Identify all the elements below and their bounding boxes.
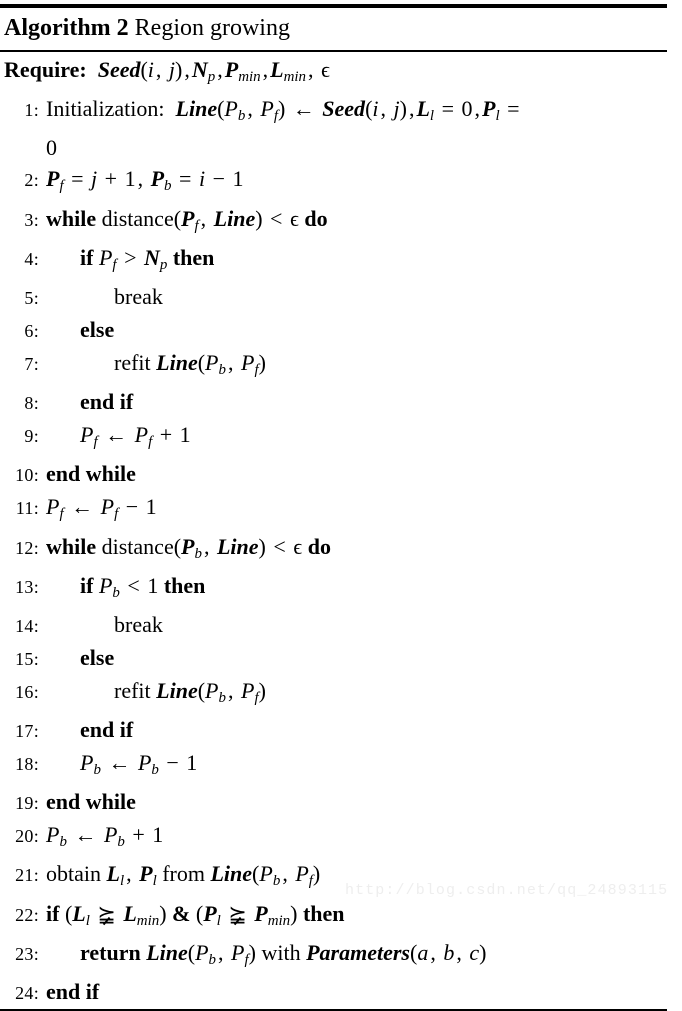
line-content: if Pb < 1 then — [80, 572, 206, 601]
watermark-text: http://blog.csdn.net/qq_24893115 — [345, 882, 669, 899]
line-content: Pf = j + 1, Pb = i − 1 — [46, 166, 244, 195]
line-content: Pb ← Pb − 1 — [80, 750, 198, 779]
algorithm-body: Require: Seed(i, j),Np,Pmin,Lmin, ϵ 1: I… — [0, 52, 682, 1009]
algorithm-line: 13: if Pb < 1 then — [0, 570, 682, 609]
algorithm-line: 20: Pb ← Pb + 1 — [0, 819, 682, 858]
line-content: Pf ← Pf − 1 — [46, 494, 157, 523]
algorithm-line: 11: Pf ← Pf − 1 — [0, 491, 682, 530]
line-number: 7: — [24, 353, 39, 374]
algorithm-line: 1: Initialization: Line(Pb, Pf) ← Seed(i… — [0, 93, 682, 132]
line-number: 9: — [24, 426, 39, 447]
line-number: 22: — [15, 904, 39, 925]
algorithm-line: 10: end while — [0, 458, 682, 491]
algorithm-line: 18: Pb ← Pb − 1 — [0, 747, 682, 786]
line-content: end while — [46, 461, 136, 487]
algorithm-word: Algorithm — [4, 15, 111, 41]
line-number: 16: — [15, 681, 39, 702]
line-number: 4: — [24, 248, 39, 269]
algorithm-line: 8: end if — [0, 386, 682, 419]
line-number: 3: — [24, 209, 39, 230]
algorithm-line: 16: refit Line(Pb, Pf) — [0, 675, 682, 714]
algorithm-line: 5: break — [0, 281, 682, 314]
algorithm-line: 9: Pf ← Pf + 1 — [0, 419, 682, 458]
line-content: if Pf > Np then — [80, 244, 215, 273]
line-content: else — [80, 644, 115, 670]
algorithm-line-continuation: 0 — [0, 132, 682, 163]
algorithm-block: Algorithm 2 Region growing Require: Seed… — [0, 4, 682, 1011]
line-content: if (Ll ⪶ Lmin) & (Pl ⪶ Pmin) then — [46, 900, 345, 929]
line-number: 20: — [15, 826, 39, 847]
line-content: Pf ← Pf + 1 — [80, 422, 191, 451]
line-content: Initialization: Line(Pb, Pf) ← Seed(i, j… — [46, 96, 520, 125]
require-keyword: Require: — [4, 57, 87, 82]
algorithm-name: Region growing — [134, 15, 290, 41]
line-content: while distance(Pb, Line) < ϵ do — [46, 533, 331, 562]
algorithm-line: 6: else — [0, 314, 682, 347]
algorithm-line: 19: end while — [0, 786, 682, 819]
line-content: end if — [46, 979, 100, 1004]
line-number: 18: — [15, 754, 39, 775]
algorithm-title: Algorithm 2 Region growing — [0, 8, 682, 50]
line-number: 5: — [24, 287, 39, 308]
algorithm-number: 2 — [116, 15, 129, 41]
algorithm-line: 23: return Line(Pb, Pf) with Parameters(… — [0, 937, 682, 976]
line-content: while distance(Pf, Line) < ϵ do — [46, 205, 328, 234]
line-content: 0 — [46, 135, 57, 161]
line-content: else — [80, 316, 115, 342]
line-number: 19: — [15, 793, 39, 814]
algorithm-line: 14: break — [0, 609, 682, 642]
line-content: refit Line(Pb, Pf) — [114, 677, 266, 707]
line-content: end while — [46, 789, 136, 815]
algorithm-line: 17: end if — [0, 714, 682, 747]
line-number: 12: — [15, 537, 39, 558]
line-number: 8: — [24, 393, 39, 414]
line-content: refit Line(Pb, Pf) — [114, 349, 266, 379]
line-number: 2: — [24, 170, 39, 191]
require-line: Require: Seed(i, j),Np,Pmin,Lmin, ϵ — [0, 54, 682, 93]
line-number: 15: — [15, 648, 39, 669]
line-content: break — [114, 283, 163, 309]
line-content: Pb ← Pb + 1 — [46, 822, 164, 851]
line-content: end if — [80, 389, 134, 415]
line-number: 6: — [24, 320, 39, 341]
line-content: end if — [80, 717, 134, 743]
line-content: return Line(Pb, Pf) with Parameters(a, b… — [80, 939, 487, 968]
algorithm-line: 15: else — [0, 642, 682, 675]
line-number: 11: — [15, 498, 39, 519]
algorithm-line: 22: if (Ll ⪶ Lmin) & (Pl ⪶ Pmin) then — [0, 898, 682, 937]
line-number: 1: — [24, 100, 39, 121]
algorithm-line: 4: if Pf > Np then — [0, 242, 682, 281]
algorithm-line: 12: while distance(Pb, Line) < ϵ do — [0, 531, 682, 570]
algorithm-line: 3: while distance(Pf, Line) < ϵ do — [0, 203, 682, 242]
line-number: 17: — [15, 721, 39, 742]
require-params: Seed(i, j),Np,Pmin,Lmin, ϵ — [97, 57, 330, 86]
line-number: 13: — [15, 576, 39, 597]
line-number: 21: — [15, 865, 39, 886]
line-number: 10: — [15, 465, 39, 486]
algorithm-line: 7: refit Line(Pb, Pf) — [0, 347, 682, 386]
algorithm-line: 2: Pf = j + 1, Pb = i − 1 — [0, 163, 682, 202]
line-number: 14: — [15, 615, 39, 636]
line-content: break — [114, 611, 163, 637]
algorithm-line: 24: end if — [0, 976, 682, 1009]
line-number: 23: — [15, 943, 39, 964]
line-number: 24: — [15, 983, 39, 1003]
